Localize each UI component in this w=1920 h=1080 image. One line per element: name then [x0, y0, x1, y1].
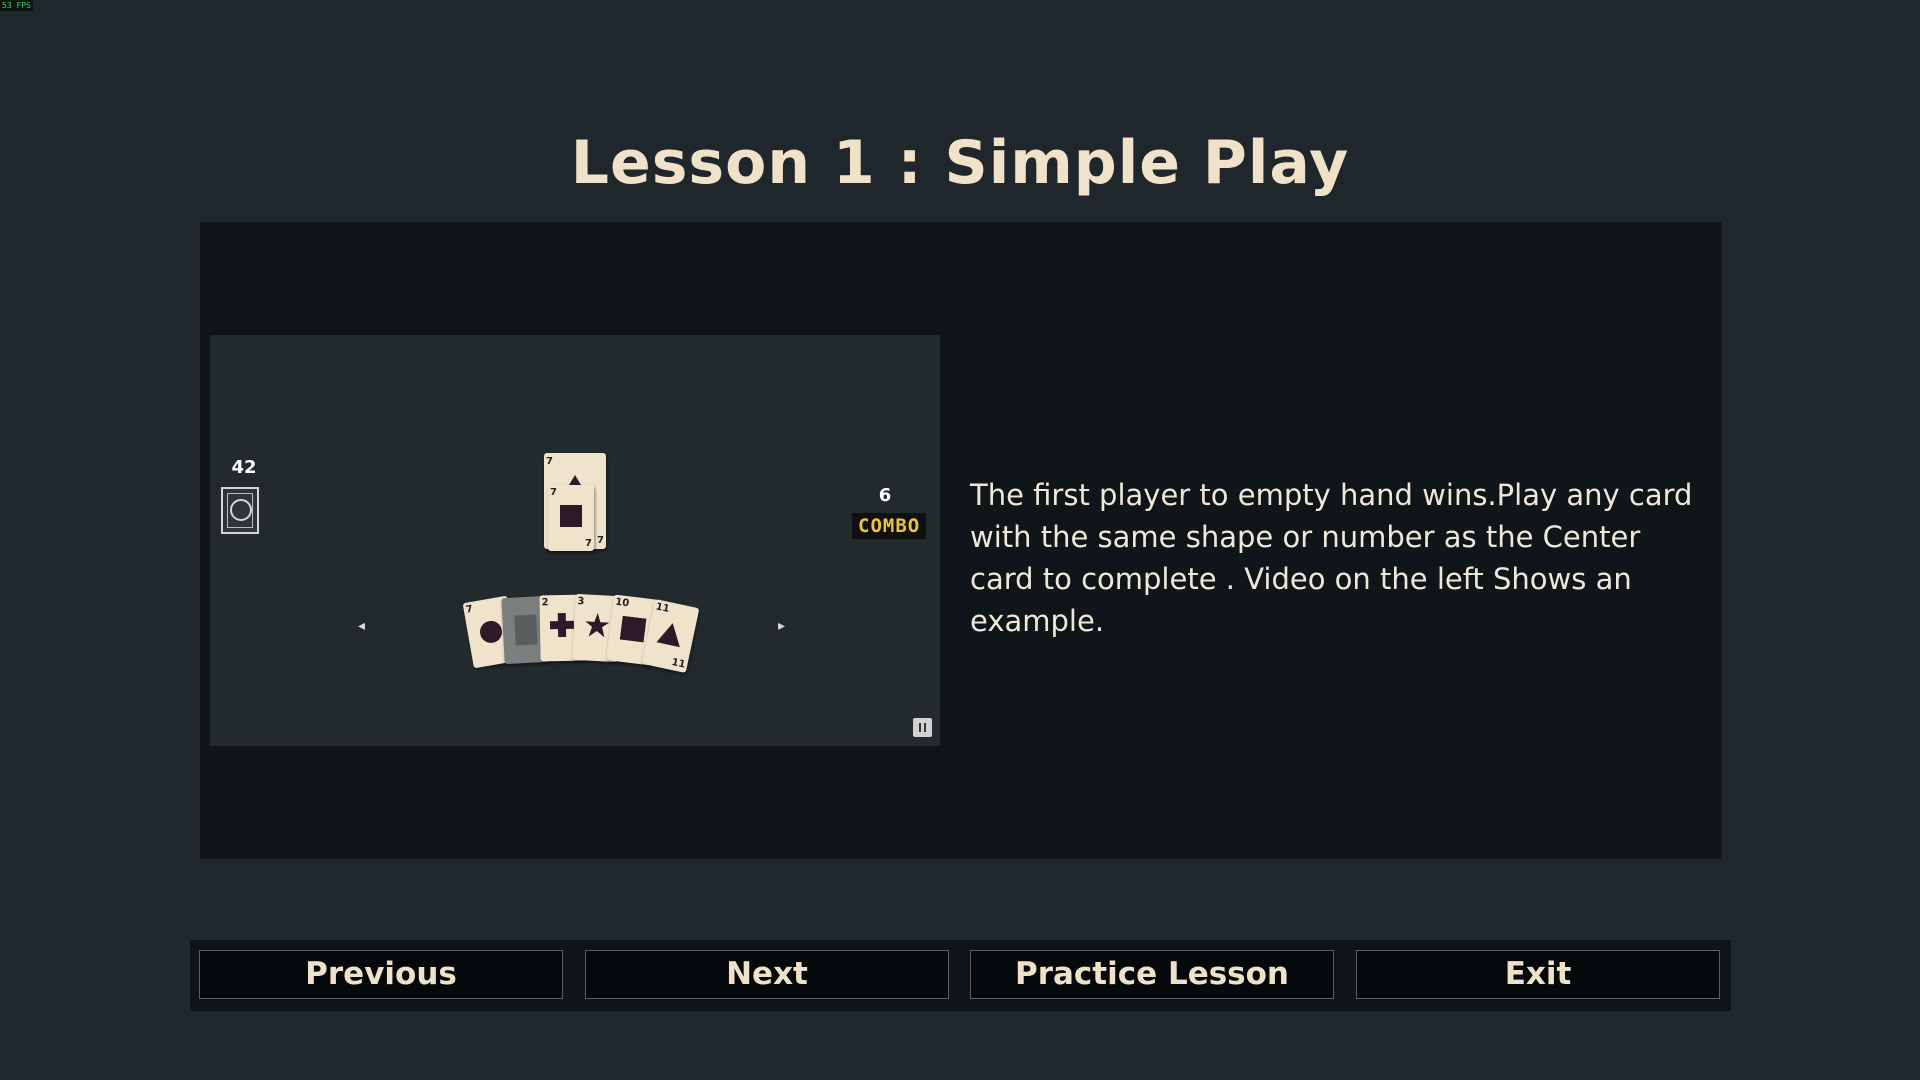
player-hand: 7 7 2 3 10 11 11 — [462, 593, 700, 695]
cross-icon — [549, 612, 575, 638]
center-card-front: 7 7 — [548, 485, 594, 551]
center-card-stack: 7 7 7 7 — [544, 453, 608, 553]
button-bar: Previous Next Practice Lesson Exit — [190, 940, 1731, 1011]
lesson-title: Lesson 1 : Simple Play — [570, 128, 1350, 198]
scroll-left-arrow-icon[interactable]: ◂ — [358, 618, 365, 634]
combo-label: COMBO — [852, 513, 927, 539]
square-icon — [619, 615, 647, 643]
triangle-icon — [656, 623, 680, 648]
fps-counter: 53 FPS — [0, 0, 33, 11]
example-video[interactable]: 42 7 7 7 7 6 COMBO ◂ ▸ 7 7 2 3 — [210, 335, 940, 746]
exit-button[interactable]: Exit — [1356, 950, 1720, 999]
star-icon — [585, 613, 610, 638]
triangle-icon — [569, 475, 581, 485]
next-button[interactable]: Next — [585, 950, 949, 999]
deck-count: 42 — [231, 457, 257, 478]
combo-count: 6 — [878, 485, 892, 506]
pause-icon[interactable] — [913, 718, 932, 737]
practice-lesson-button[interactable]: Practice Lesson — [970, 950, 1334, 999]
draw-deck — [221, 487, 259, 534]
circle-icon — [479, 620, 502, 643]
square-icon — [560, 505, 582, 527]
deck-emblem-icon — [230, 499, 252, 521]
lesson-description: The first player to empty hand wins.Play… — [970, 478, 1693, 638]
previous-button[interactable]: Previous — [199, 950, 563, 999]
scroll-right-arrow-icon[interactable]: ▸ — [778, 618, 785, 634]
